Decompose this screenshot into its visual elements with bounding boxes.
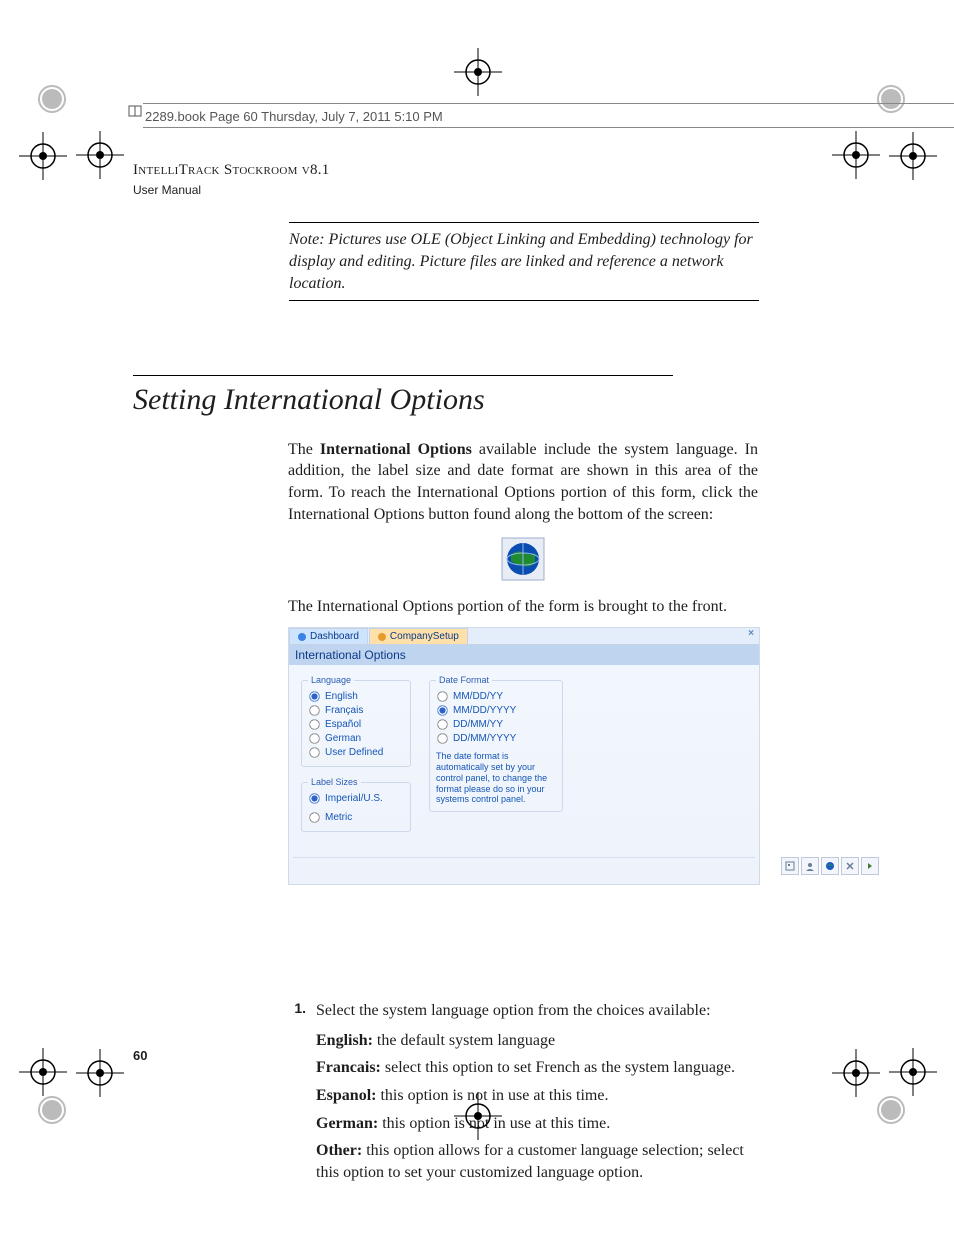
radio-label: Español [325, 719, 361, 730]
intro-paragraph: The International Options available incl… [288, 439, 758, 618]
tab-company-label: CompanySetup [390, 631, 459, 642]
radio-label: Imperial/U.S. [325, 793, 383, 804]
radio-dfmt-dd-mm-yy[interactable]: DD/MM/YY [436, 718, 556, 731]
close-icon[interactable]: × [743, 628, 759, 644]
radio-input[interactable] [309, 706, 319, 716]
radio-label: DD/MM/YY [453, 719, 503, 730]
globe-icon [288, 537, 758, 588]
radio-label: English [325, 691, 358, 702]
option-name: Francais: [316, 1059, 381, 1076]
radio-lang-fran-ais[interactable]: Français [308, 704, 404, 717]
option-text: this option is not in use at this time. [378, 1115, 610, 1132]
screenshot-intl-options: Dashboard CompanySetup × International O… [288, 627, 760, 885]
panel-title: International Options [289, 645, 759, 665]
tab-dashboard[interactable]: Dashboard [289, 628, 368, 644]
radio-input[interactable] [437, 720, 447, 730]
radio-lang-english[interactable]: English [308, 690, 404, 703]
product-title: IntelliTrack Stockroom v8.1 [133, 160, 833, 180]
date-legend: Date Format [436, 675, 492, 685]
radio-input[interactable] [309, 734, 319, 744]
language-legend: Language [308, 675, 354, 685]
radio-input[interactable] [437, 692, 447, 702]
note-box: Note: Pictures use OLE (Object Linking a… [289, 222, 759, 301]
radio-input[interactable] [309, 748, 319, 758]
language-option-desc: Espanol: this option is not in use at th… [316, 1085, 758, 1107]
radio-lang-user-defined[interactable]: User Defined [308, 746, 404, 759]
crop-header: 2289.book Page 60 Thursday, July 7, 2011… [145, 109, 443, 124]
language-option-desc: Francais: select this option to set Fren… [316, 1057, 758, 1079]
radio-label: MM/DD/YY [453, 691, 503, 702]
tab-strip: Dashboard CompanySetup × [289, 628, 759, 645]
book-icon [128, 104, 142, 118]
radio-dfmt-dd-mm-yyyy[interactable]: DD/MM/YYYY [436, 732, 556, 745]
intro-pre: The [288, 441, 320, 458]
manual-label: User Manual [133, 182, 833, 198]
language-option-desc: English: the default system language [316, 1030, 758, 1052]
option-name: English: [316, 1032, 373, 1049]
next-icon[interactable] [861, 857, 879, 875]
radio-dfmt-mm-dd-yy[interactable]: MM/DD/YY [436, 690, 556, 703]
dot-icon [298, 633, 306, 641]
radio-dfmt-mm-dd-yyyy[interactable]: MM/DD/YYYY [436, 704, 556, 717]
radio-lsize-imperial-u-s-[interactable]: Imperial/U.S. [308, 792, 383, 805]
content-block: IntelliTrack Stockroom v8.1 User Manual … [133, 160, 833, 1189]
radio-label: MM/DD/YYYY [453, 705, 516, 716]
tools-icon[interactable] [841, 857, 859, 875]
language-option-desc: German: this option is not in use at thi… [316, 1113, 758, 1135]
radio-input[interactable] [437, 734, 447, 744]
radio-label: Français [325, 705, 363, 716]
radio-label: User Defined [325, 747, 383, 758]
option-text: the default system language [373, 1032, 555, 1049]
dot-icon [378, 633, 386, 641]
label-sizes-group: Label Sizes Imperial/U.S. Metric [301, 777, 411, 832]
footer-toolbar [781, 857, 879, 875]
users-icon[interactable] [801, 857, 819, 875]
radio-input[interactable] [309, 720, 319, 730]
language-option-desc: Other: this option allows for a customer… [316, 1140, 758, 1183]
page: 2289.book Page 60 Thursday, July 7, 2011… [0, 0, 954, 1235]
radio-label: German [325, 733, 361, 744]
globe-small-icon[interactable] [821, 857, 839, 875]
radio-label: DD/MM/YYYY [453, 733, 516, 744]
radio-input[interactable] [437, 706, 447, 716]
label-sizes-legend: Label Sizes [308, 777, 361, 787]
running-head: IntelliTrack Stockroom v8.1 User Manual [133, 160, 833, 198]
radio-lang-german[interactable]: German [308, 732, 404, 745]
date-format-group: Date Format MM/DD/YY MM/DD/YYYY DD/MM/YY DD… [429, 675, 563, 812]
option-text: select this option to set French as the … [381, 1059, 735, 1076]
option-name: Other: [316, 1142, 362, 1159]
radio-input[interactable] [309, 692, 319, 702]
option-text: this option allows for a customer langua… [316, 1142, 744, 1181]
date-note: The date format is automatically set by … [436, 751, 556, 805]
section-rule [133, 375, 673, 376]
radio-lang-espa-ol[interactable]: Español [308, 718, 404, 731]
page-number: 60 [133, 1048, 147, 1063]
option-name: German: [316, 1115, 378, 1132]
step-number: 1. [288, 1000, 306, 1022]
section-title: Setting International Options [133, 380, 833, 421]
after-globe-text: The International Options portion of the… [288, 596, 758, 618]
radio-input[interactable] [309, 813, 319, 823]
tab-dashboard-label: Dashboard [310, 631, 359, 642]
option-text: this option is not in use at this time. [376, 1087, 608, 1104]
tab-company-setup[interactable]: CompanySetup [369, 628, 468, 644]
language-group: Language English Français Español German Use… [301, 675, 411, 767]
company-icon[interactable] [781, 857, 799, 875]
step-lead: Select the system language option from t… [316, 1000, 758, 1022]
radio-input[interactable] [309, 794, 319, 804]
intro-bold: International Options [320, 441, 472, 458]
radio-lsize-metric[interactable]: Metric [308, 811, 352, 824]
radio-label: Metric [325, 812, 352, 823]
panel-divider [293, 857, 755, 858]
step-list: 1. Select the system language option fro… [288, 1000, 758, 1183]
option-name: Espanol: [316, 1087, 376, 1104]
